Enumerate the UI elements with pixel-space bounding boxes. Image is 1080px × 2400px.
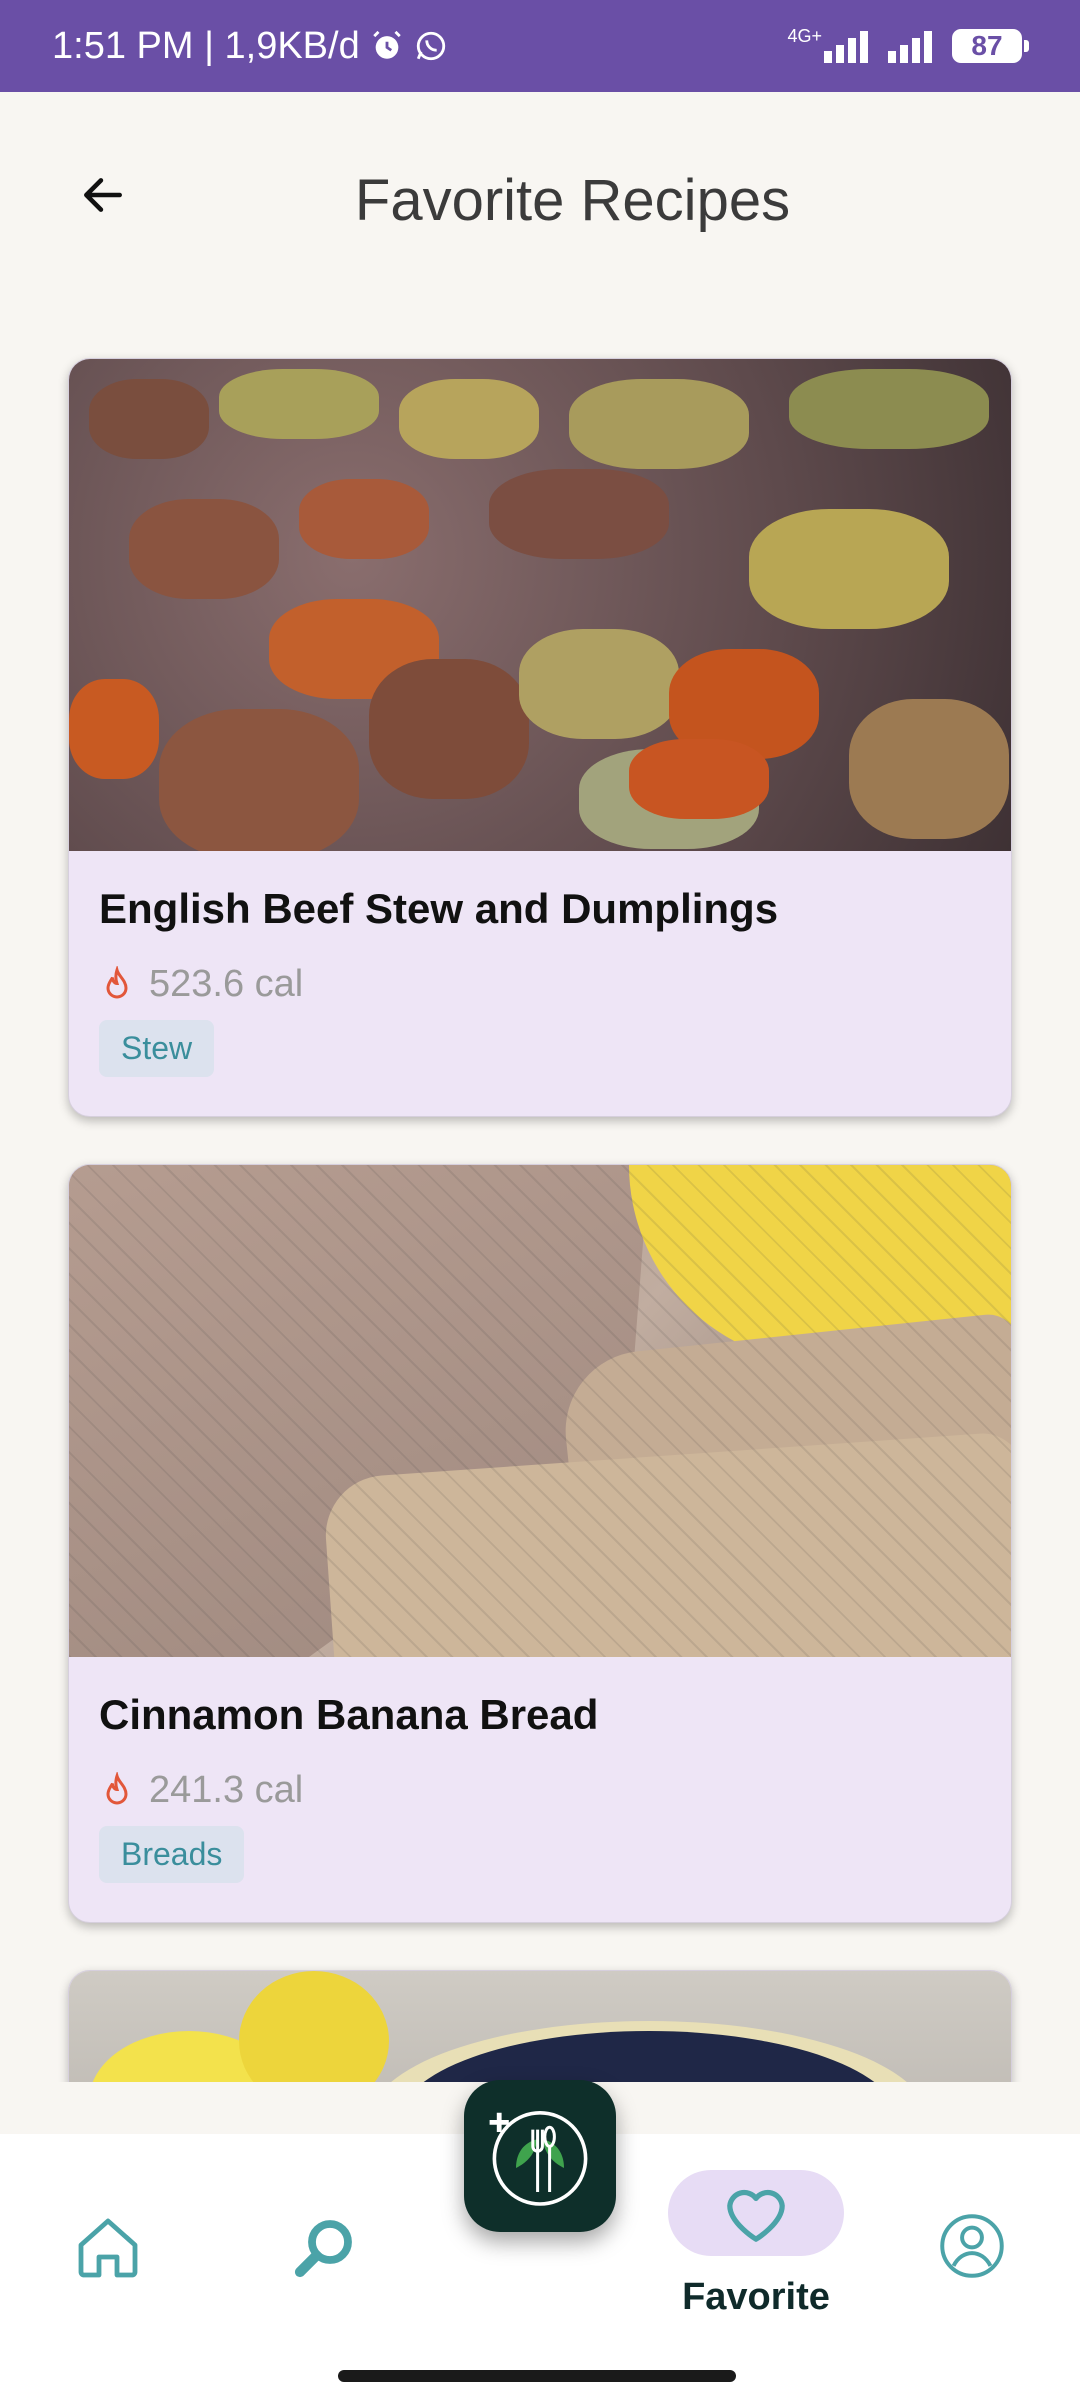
profile-icon <box>940 2214 1004 2278</box>
recipe-card[interactable]: English Beef Stew and Dumplings 523.6 ca… <box>68 358 1012 1117</box>
app-logo-icon <box>489 2111 588 2206</box>
add-recipe-button[interactable] <box>464 2080 616 2232</box>
nav-favorite[interactable]: Favorite <box>668 2170 844 2319</box>
battery-indicator: 87 <box>952 29 1029 63</box>
category-tag: Stew <box>99 1020 215 1077</box>
whatsapp-icon <box>414 29 448 63</box>
search-icon <box>294 2220 352 2278</box>
signal-icon <box>824 29 872 63</box>
network-type: 4G+ <box>787 25 822 46</box>
recipe-image <box>69 1165 1011 1657</box>
calories-row: 523.6 cal <box>99 963 981 1006</box>
nav-search[interactable] <box>288 2212 360 2284</box>
recipe-info: Cinnamon Banana Bread 241.3 cal Breads <box>69 1657 1011 1922</box>
header: Favorite Recipes <box>0 92 1080 322</box>
recipe-info: English Beef Stew and Dumplings 523.6 ca… <box>69 851 1011 1116</box>
favorites-list[interactable]: English Beef Stew and Dumplings 523.6 ca… <box>0 322 1080 2082</box>
flame-icon <box>106 1771 128 1804</box>
calories-row: 241.3 cal <box>99 1769 981 1812</box>
calories-value: 523.6 cal <box>149 963 304 1005</box>
calories-value: 241.3 cal <box>149 1769 304 1811</box>
heart-icon <box>727 2189 785 2242</box>
home-indicator[interactable] <box>338 2370 736 2382</box>
nav-home[interactable] <box>72 2212 144 2284</box>
home-icon <box>78 2218 138 2278</box>
status-right: 4G+ 87 <box>787 0 1029 92</box>
status-left: 1:51 PM | 1,9KB/d <box>52 0 448 92</box>
signal-icon-2 <box>888 29 936 63</box>
status-time: 1:51 PM | 1,9KB/d <box>52 24 360 67</box>
category-tag: Breads <box>99 1826 245 1883</box>
page-title: Favorite Recipes <box>354 168 791 233</box>
recipe-card[interactable] <box>68 1970 1012 2082</box>
recipe-name: Cinnamon Banana Bread <box>99 1691 599 1738</box>
favorite-pill <box>668 2170 844 2256</box>
nav-profile[interactable] <box>938 2212 1006 2280</box>
status-bar: 1:51 PM | 1,9KB/d 4G+ 87 <box>0 0 1080 92</box>
recipe-image <box>69 1971 1011 2082</box>
recipe-card[interactable]: Cinnamon Banana Bread 241.3 cal Breads <box>68 1164 1012 1923</box>
recipe-name: English Beef Stew and Dumplings <box>99 885 779 932</box>
alarm-icon <box>370 29 404 63</box>
recipe-image <box>69 359 1011 851</box>
favorite-label: Favorite <box>682 2276 830 2318</box>
flame-icon <box>106 965 128 998</box>
